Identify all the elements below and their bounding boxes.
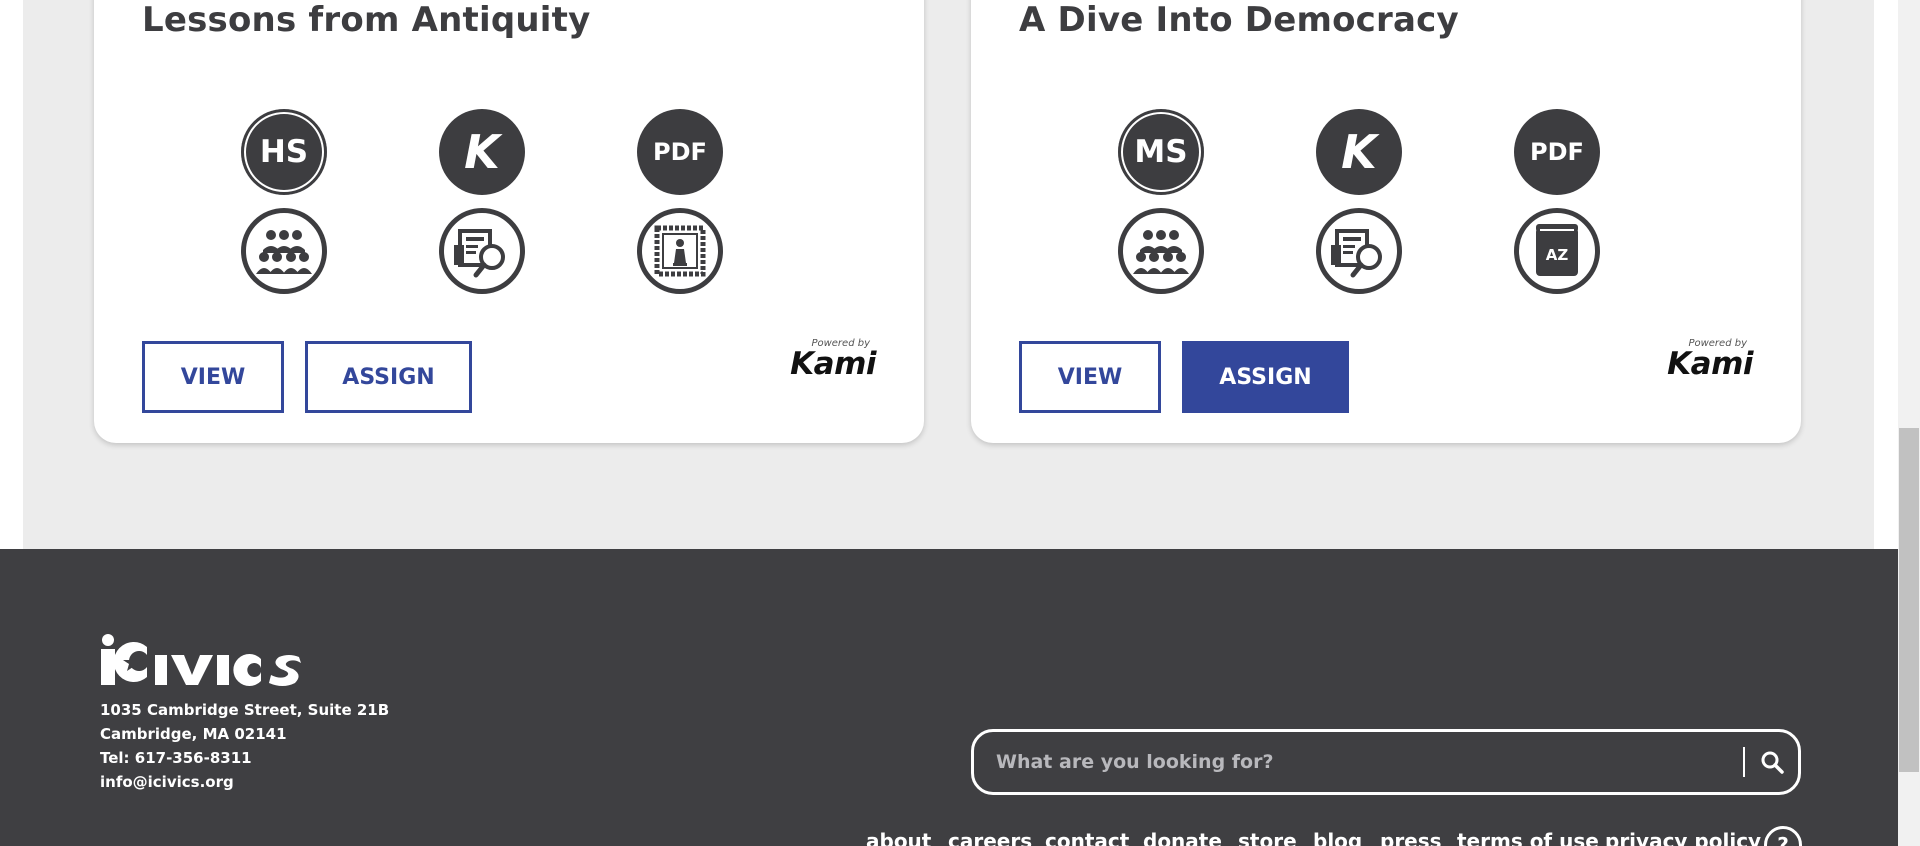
lesson-card-democracy: A Dive Into Democracy MS K PDF AZ VIEW A… [971, 0, 1801, 443]
assign-button[interactable]: ASSIGN [1182, 341, 1349, 413]
kami-badge-text: K [464, 125, 500, 179]
footer-link-careers[interactable]: careers [948, 829, 1032, 846]
view-button[interactable]: VIEW [142, 341, 284, 413]
high-school-badge: HS [241, 109, 327, 195]
lesson-card-antiquity: Lessons from Antiquity HS K PDF VIEW ASS… [94, 0, 924, 443]
card-title: Lessons from Antiquity [142, 0, 591, 40]
address-city: Cambridge, MA 02141 [100, 725, 287, 743]
pdf-badge-icon: PDF [1514, 109, 1600, 195]
students-group-icon [241, 208, 327, 294]
footer-link-contact[interactable]: contact [1045, 829, 1129, 846]
magnifier-icon [1761, 751, 1784, 774]
kami-badge-text: K [1341, 125, 1377, 179]
grade-badge-text: HS [259, 134, 309, 170]
card-title: A Dive Into Democracy [1019, 0, 1459, 40]
footer-link-terms[interactable]: terms of use [1457, 829, 1599, 846]
kami-brand-text: Kami [790, 346, 876, 382]
board-game-icon [637, 208, 723, 294]
footer-link-privacy[interactable]: privacy policy [1605, 829, 1761, 846]
site-footer: 1035 Cambridge Street, Suite 21B Cambrid… [0, 549, 1898, 846]
search-button[interactable] [1750, 740, 1794, 784]
newspaper-search-icon [439, 208, 525, 294]
pdf-badge-text: PDF [653, 138, 707, 166]
dictionary-book-icon: AZ [1514, 208, 1600, 294]
page: Lessons from Antiquity HS K PDF VIEW ASS… [0, 0, 1920, 846]
address-street: 1035 Cambridge Street, Suite 21B [100, 701, 390, 719]
footer-link-press[interactable]: press [1380, 829, 1442, 846]
icivics-logo[interactable] [99, 633, 329, 687]
footer-link-donate[interactable]: donate [1143, 829, 1222, 846]
search-input[interactable] [996, 744, 1716, 780]
assign-button[interactable]: ASSIGN [305, 341, 472, 413]
footer-link-blog[interactable]: blog [1313, 829, 1362, 846]
address-email[interactable]: info@icivics.org [100, 773, 234, 791]
footer-link-store[interactable]: store [1238, 829, 1297, 846]
dictionary-badge-text: AZ [1546, 246, 1569, 264]
grade-badge-text: MS [1134, 134, 1188, 170]
newspaper-search-icon [1316, 208, 1402, 294]
pdf-badge-icon: PDF [637, 109, 723, 195]
address-phone: Tel: 617-356-8311 [100, 749, 252, 767]
view-button[interactable]: VIEW [1019, 341, 1161, 413]
pdf-badge-text: PDF [1530, 138, 1584, 166]
footer-link-about[interactable]: about [866, 829, 931, 846]
kami-brand-text: Kami [1667, 346, 1753, 382]
kami-badge-icon: K [1316, 109, 1402, 195]
search-divider [1743, 747, 1745, 777]
kami-badge-icon: K [439, 109, 525, 195]
powered-by-kami-logo: Powered by Kami [784, 338, 876, 382]
help-icon[interactable]: ? [1764, 826, 1802, 846]
content-area: Lessons from Antiquity HS K PDF VIEW ASS… [0, 0, 1920, 549]
footer-search-box [971, 729, 1801, 795]
page-scrollbar-thumb[interactable] [1899, 428, 1919, 772]
middle-school-badge: MS [1118, 109, 1204, 195]
students-group-icon [1118, 208, 1204, 294]
powered-by-kami-logo: Powered by Kami [1661, 338, 1753, 382]
